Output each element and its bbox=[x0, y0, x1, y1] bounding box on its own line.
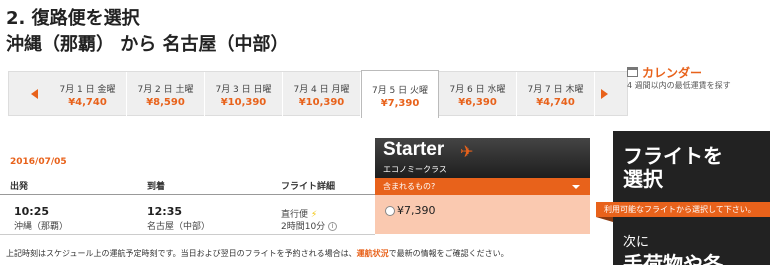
prev-dates-button[interactable] bbox=[9, 72, 49, 117]
banner-headline-line2: 選択 bbox=[623, 167, 663, 191]
next-dates-button[interactable] bbox=[589, 72, 629, 117]
plane-icon: ✈ bbox=[460, 142, 474, 161]
flight-date: 2016/07/05 bbox=[10, 157, 67, 167]
depart-time: 10:25 bbox=[14, 205, 50, 218]
calendar-link-title[interactable]: カレンダー bbox=[642, 64, 702, 81]
triangle-right-icon bbox=[601, 89, 608, 99]
date-tab-0703[interactable]: 7月 3 日 日曜 ¥10,390 bbox=[205, 72, 283, 117]
date-tab-0707[interactable]: 7月 7 日 木曜 ¥4,740 bbox=[517, 72, 595, 117]
date-label: 7月 6 日 水曜 bbox=[449, 85, 506, 95]
header-details: フライト詳細 bbox=[281, 182, 336, 192]
banner-headline-line1: フライトを bbox=[623, 144, 723, 168]
date-tab-0701[interactable]: 7月 1 日 金曜 ¥4,740 bbox=[49, 72, 127, 117]
banner-headline: フライトを 選択 bbox=[623, 145, 723, 191]
arrive-time: 12:35 bbox=[147, 205, 183, 218]
calendar-link-subtitle: 4 週間以内の最低運賃を探す bbox=[627, 81, 731, 90]
fare-class-header: Starter ✈ エコノミークラス bbox=[375, 138, 590, 178]
info-icon[interactable]: i bbox=[328, 222, 338, 231]
fare-includes-dropdown[interactable]: 含まれるもの? bbox=[375, 178, 590, 195]
date-label: 7月 4 日 月曜 bbox=[293, 85, 350, 95]
route-title: 沖縄（那覇） から 名古屋（中部） bbox=[6, 34, 289, 55]
header-arrive: 到着 bbox=[147, 182, 166, 192]
date-label: 7月 5 日 火曜 bbox=[371, 86, 429, 96]
date-label: 7月 3 日 日曜 bbox=[215, 85, 272, 95]
date-label: 7月 2 日 土曜 bbox=[137, 85, 194, 95]
chevron-down-icon bbox=[572, 185, 580, 189]
date-price: ¥6,390 bbox=[458, 97, 497, 108]
date-price: ¥7,390 bbox=[380, 98, 420, 109]
fare-option[interactable]: ¥7,390 bbox=[375, 195, 590, 234]
duration-label: 2時間10分 bbox=[281, 222, 326, 232]
fare-price: ¥7,390 bbox=[397, 204, 436, 217]
date-tab-0706[interactable]: 7月 6 日 水曜 ¥6,390 bbox=[439, 72, 517, 117]
fare-class-subtitle: エコノミークラス bbox=[383, 165, 447, 174]
fare-radio[interactable] bbox=[385, 206, 395, 216]
fare-class-name: Starter bbox=[383, 139, 445, 160]
date-price: ¥10,390 bbox=[298, 97, 345, 108]
date-selector: 7月 1 日 金曜 ¥4,740 7月 2 日 土曜 ¥8,590 7月 3 日… bbox=[8, 70, 629, 118]
footer-note-before: 上記時刻はスケジュール上の運航予定時刻です。当日および翌日のフライトを予約される… bbox=[6, 249, 357, 258]
flight-duration[interactable]: 2時間10分 i bbox=[281, 219, 338, 232]
triangle-left-icon bbox=[31, 89, 38, 99]
header-depart: 出発 bbox=[10, 182, 29, 192]
date-label: 7月 7 日 木曜 bbox=[527, 85, 584, 95]
banner-next-big: 手荷物や各 bbox=[623, 252, 723, 265]
calendar-icon bbox=[627, 67, 638, 77]
flight-status-link[interactable]: 運航状況 bbox=[357, 249, 389, 258]
date-tab-0702[interactable]: 7月 2 日 土曜 ¥8,590 bbox=[127, 72, 205, 117]
arrive-airport: 名古屋（中部） bbox=[147, 222, 211, 232]
date-price: ¥4,740 bbox=[536, 97, 575, 108]
step-title: 2. 復路便を選択 bbox=[6, 8, 140, 29]
banner-tag: 利用可能なフライトから選択して下さい。 bbox=[596, 202, 770, 222]
banner-tag-text: 利用可能なフライトから選択して下さい。 bbox=[604, 205, 756, 214]
date-tab-0704[interactable]: 7月 4 日 月曜 ¥10,390 bbox=[283, 72, 361, 117]
guide-banner: フライトを 選択 次に 手荷物や各 bbox=[613, 131, 770, 265]
banner-tag-fold bbox=[596, 217, 613, 222]
date-tab-0705-selected[interactable]: 7月 5 日 火曜 ¥7,390 bbox=[361, 70, 439, 118]
footer-note-after: で最新の情報をご確認ください。 bbox=[388, 249, 509, 258]
row-divider bbox=[0, 234, 375, 235]
date-label: 7月 1 日 金曜 bbox=[59, 85, 116, 95]
footer-note: 上記時刻はスケジュール上の運航予定時刻です。当日および翌日のフライトを予約される… bbox=[6, 248, 509, 259]
header-divider bbox=[0, 194, 375, 195]
date-price: ¥4,740 bbox=[68, 97, 107, 108]
date-price: ¥8,590 bbox=[146, 97, 185, 108]
depart-airport: 沖縄（那覇） bbox=[14, 222, 69, 232]
date-price: ¥10,390 bbox=[220, 97, 267, 108]
fare-includes-label: 含まれるもの? bbox=[383, 182, 436, 191]
